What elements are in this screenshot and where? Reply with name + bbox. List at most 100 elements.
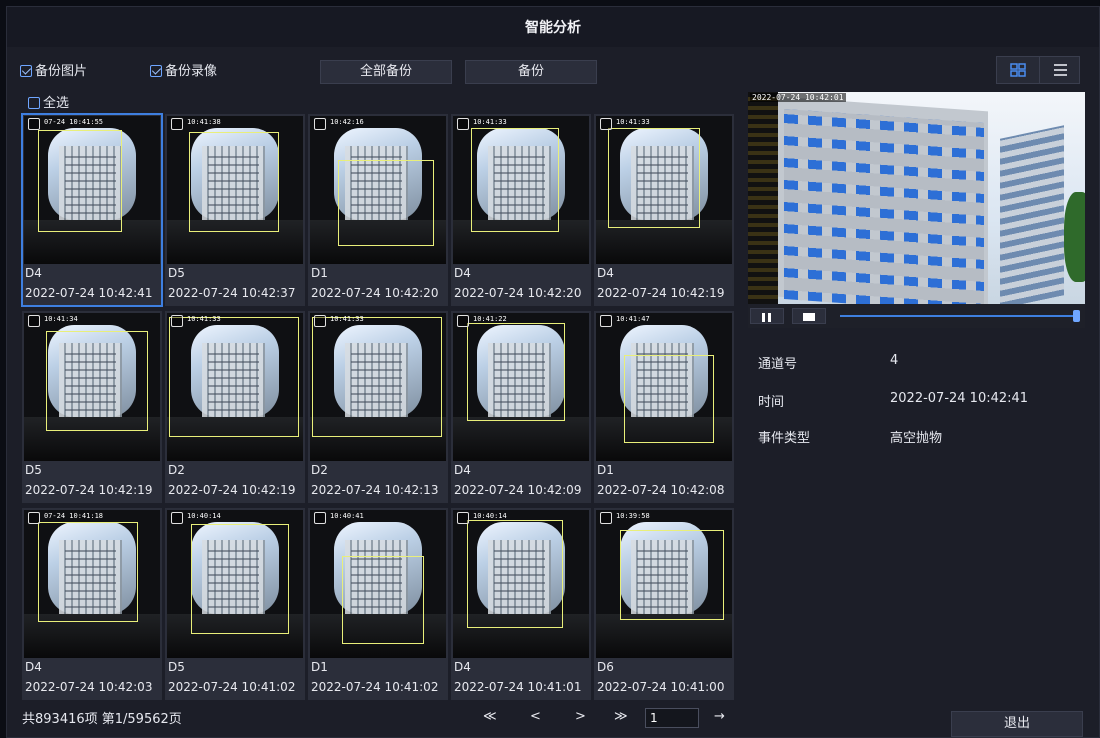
item-checkbox[interactable]: [600, 315, 612, 327]
item-time: 2022-07-24 10:42:08: [597, 483, 725, 497]
go-page-button[interactable]: →: [714, 709, 725, 724]
snapshot-timestamp: 07-24 10:41:18: [44, 512, 104, 520]
event-snapshot: 10:41:33: [167, 313, 303, 461]
event-thumbnail-card[interactable]: 10:41:22 D4 2022-07-24 10:42:09: [451, 311, 591, 503]
exit-button[interactable]: 退出: [951, 711, 1083, 737]
item-channel: D4: [454, 266, 471, 280]
item-checkbox[interactable]: [314, 315, 326, 327]
item-time: 2022-07-24 10:41:01: [454, 680, 582, 694]
item-checkbox[interactable]: [171, 118, 183, 130]
channel-value: 4: [890, 353, 899, 368]
item-checkbox[interactable]: [457, 315, 469, 327]
event-thumbnail-card[interactable]: 10:41:33 D2 2022-07-24 10:42:19: [165, 311, 305, 503]
event-thumbnail-card[interactable]: 07-24 10:41:18 D4 2022-07-24 10:42:03: [22, 508, 162, 700]
item-checkbox[interactable]: [457, 512, 469, 524]
event-snapshot: 10:39:58: [596, 510, 732, 658]
item-channel: D4: [454, 660, 471, 674]
event-thumbnail-card[interactable]: 10:40:41 D1 2022-07-24 10:41:02: [308, 508, 448, 700]
preview-timestamp: 2022-07-24 10:42:01: [750, 93, 846, 102]
event-thumbnail-card[interactable]: 10:39:58 D6 2022-07-24 10:41:00: [594, 508, 734, 700]
playback-bar: [748, 304, 1085, 328]
item-channel: D1: [311, 266, 328, 280]
item-checkbox[interactable]: [28, 512, 40, 524]
snapshot-timestamp: 10:41:33: [187, 315, 221, 323]
first-page-button[interactable]: ≪: [483, 709, 497, 724]
backup-image-checkbox[interactable]: 备份图片: [20, 60, 87, 79]
item-time: 2022-07-24 10:41:02: [168, 680, 296, 694]
progress-track[interactable]: [840, 315, 1076, 317]
event-snapshot: 10:41:38: [167, 116, 303, 264]
channel-label: 通道号: [758, 357, 798, 372]
prev-page-button[interactable]: <: [530, 709, 541, 724]
detection-box: [620, 530, 724, 620]
event-thumbnail-card[interactable]: 10:42:16 D1 2022-07-24 10:42:20: [308, 114, 448, 306]
item-checkbox[interactable]: [28, 315, 40, 327]
checkbox-checked-icon: [20, 65, 32, 77]
backup-video-checkbox[interactable]: 备份录像: [150, 60, 217, 79]
event-thumbnail-card[interactable]: 10:41:38 D5 2022-07-24 10:42:37: [165, 114, 305, 306]
checkbox-checked-icon: [150, 65, 162, 77]
list-view-button[interactable]: [1039, 57, 1080, 83]
backup-image-label: 备份图片: [35, 64, 88, 79]
event-thumbnail-card[interactable]: 10:41:33 D4 2022-07-24 10:42:20: [451, 114, 591, 306]
backup-button[interactable]: 备份: [465, 60, 597, 84]
item-time: 2022-07-24 10:42:09: [454, 483, 582, 497]
event-snapshot: 10:41:33: [453, 116, 589, 264]
event-snapshot: 10:40:41: [310, 510, 446, 658]
stop-button[interactable]: [792, 308, 826, 324]
snapshot-timestamp: 10:40:41: [330, 512, 364, 520]
item-checkbox[interactable]: [600, 118, 612, 130]
list-icon: [1054, 64, 1067, 76]
backup-video-label: 备份录像: [165, 64, 218, 79]
item-checkbox[interactable]: [28, 118, 40, 130]
video-preview[interactable]: 2022-07-24 10:42:01: [748, 92, 1085, 304]
item-time: 2022-07-24 10:41:00: [597, 680, 725, 694]
event-snapshot: 10:41:33: [596, 116, 732, 264]
snapshot-timestamp: 10:41:34: [44, 315, 78, 323]
pause-button[interactable]: [750, 308, 784, 324]
page-number-input[interactable]: [645, 708, 699, 728]
event-thumbnail-card[interactable]: 07-24 10:41:55 D4 2022-07-24 10:42:41: [21, 113, 163, 307]
item-channel: D1: [597, 463, 614, 477]
item-channel: D4: [25, 660, 42, 674]
grid-view-button[interactable]: [997, 57, 1039, 83]
event-grid: 07-24 10:41:55 D4 2022-07-24 10:42:41 10:41…: [21, 113, 738, 704]
progress-knob[interactable]: [1073, 310, 1080, 322]
item-channel: D2: [311, 463, 328, 477]
event-thumbnail-card[interactable]: 10:41:33 D4 2022-07-24 10:42:19: [594, 114, 734, 306]
select-all-label: 全选: [43, 96, 70, 111]
preview-tree: [1064, 192, 1085, 282]
snapshot-timestamp: 10:41:33: [330, 315, 364, 323]
backup-all-button[interactable]: 全部备份: [320, 60, 452, 84]
event-thumbnail-card[interactable]: 10:40:14 D4 2022-07-24 10:41:01: [451, 508, 591, 700]
item-checkbox[interactable]: [171, 315, 183, 327]
detection-box: [169, 317, 299, 437]
select-all-checkbox[interactable]: 全选: [28, 92, 69, 111]
event-snapshot: 10:41:33: [310, 313, 446, 461]
item-time: 2022-07-24 10:41:02: [311, 680, 439, 694]
item-checkbox[interactable]: [600, 512, 612, 524]
event-snapshot: 10:40:14: [167, 510, 303, 658]
event-thumbnail-card[interactable]: 10:40:14 D5 2022-07-24 10:41:02: [165, 508, 305, 700]
event-thumbnail-card[interactable]: 10:41:33 D2 2022-07-24 10:42:13: [308, 311, 448, 503]
event-thumbnail-card[interactable]: 10:41:47 D1 2022-07-24 10:42:08: [594, 311, 734, 503]
snapshot-timestamp: 10:41:38: [187, 118, 221, 126]
item-time: 2022-07-24 10:42:20: [311, 286, 439, 300]
result-summary: 共893416项 第1/59562页: [22, 712, 182, 727]
item-checkbox[interactable]: [171, 512, 183, 524]
event-thumbnail-card[interactable]: 10:41:34 D5 2022-07-24 10:42:19: [22, 311, 162, 503]
event-snapshot: 10:41:22: [453, 313, 589, 461]
stop-icon: [803, 313, 815, 321]
last-page-button[interactable]: ≫: [614, 709, 628, 724]
event-snapshot: 07-24 10:41:18: [24, 510, 160, 658]
item-channel: D5: [25, 463, 42, 477]
item-time: 2022-07-24 10:42:37: [168, 286, 296, 300]
item-time: 2022-07-24 10:42:20: [454, 286, 582, 300]
item-checkbox[interactable]: [314, 118, 326, 130]
next-page-button[interactable]: >: [575, 709, 586, 724]
item-time: 2022-07-24 10:42:19: [25, 483, 153, 497]
item-channel: D4: [597, 266, 614, 280]
item-checkbox[interactable]: [314, 512, 326, 524]
item-checkbox[interactable]: [457, 118, 469, 130]
time-label: 时间: [758, 395, 785, 410]
